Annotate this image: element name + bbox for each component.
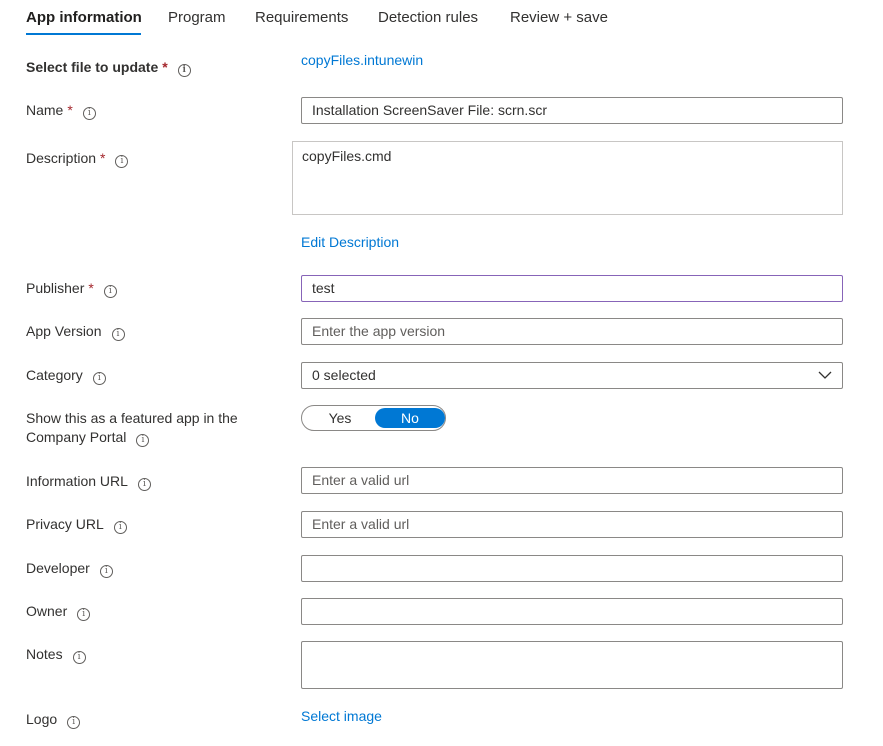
- publisher-input[interactable]: test: [301, 275, 843, 302]
- app-version-label: App Version: [26, 323, 102, 339]
- featured-label-line1: Show this as a featured app in the: [26, 410, 238, 426]
- privacy-url-label-row: Privacy URL i: [26, 515, 127, 534]
- publisher-label-row: Publisher * i: [26, 279, 117, 298]
- information-url-input[interactable]: Enter a valid url: [301, 467, 843, 494]
- info-icon[interactable]: i: [82, 107, 96, 120]
- info-icon[interactable]: i: [136, 434, 150, 447]
- featured-yes-option[interactable]: Yes: [305, 408, 375, 428]
- required-marker: *: [100, 150, 106, 166]
- info-icon[interactable]: i: [92, 372, 106, 385]
- required-marker: *: [67, 102, 73, 118]
- developer-label: Developer: [26, 560, 90, 576]
- information-url-label-row: Information URL i: [26, 472, 151, 491]
- category-label: Category: [26, 367, 83, 383]
- tab-requirements[interactable]: Requirements: [255, 9, 348, 26]
- information-url-label: Information URL: [26, 473, 128, 489]
- info-icon[interactable]: i: [111, 328, 125, 341]
- required-marker: *: [88, 280, 94, 296]
- info-icon[interactable]: i: [113, 521, 127, 534]
- owner-label-row: Owner i: [26, 602, 91, 621]
- edit-description-link[interactable]: Edit Description: [301, 234, 399, 250]
- select-file-label: Select file to update: [26, 59, 159, 75]
- selected-file-link[interactable]: copyFiles.intunewin: [301, 52, 423, 68]
- privacy-url-label: Privacy URL: [26, 516, 104, 532]
- required-marker: *: [162, 59, 168, 75]
- info-icon[interactable]: i: [103, 285, 117, 298]
- name-label: Name: [26, 102, 64, 118]
- description-textarea[interactable]: copyFiles.cmd: [292, 141, 843, 215]
- info-icon[interactable]: i: [72, 651, 86, 664]
- featured-toggle[interactable]: Yes No: [301, 405, 446, 431]
- name-label-row: Name * i: [26, 101, 96, 120]
- owner-input[interactable]: [301, 598, 843, 625]
- category-label-row: Category i: [26, 366, 106, 385]
- app-version-input[interactable]: Enter the app version: [301, 318, 843, 345]
- privacy-url-input[interactable]: Enter a valid url: [301, 511, 843, 538]
- featured-label-line2: Company Portal: [26, 429, 127, 445]
- tab-review-save[interactable]: Review + save: [510, 9, 608, 26]
- select-file-label-row: Select file to update * i: [26, 58, 191, 77]
- category-selected-value: 0 selected: [312, 367, 376, 383]
- tab-bar: App information Program Requirements Det…: [0, 0, 883, 40]
- info-icon[interactable]: i: [77, 608, 91, 621]
- publisher-label: Publisher: [26, 280, 85, 296]
- info-icon[interactable]: i: [115, 155, 129, 168]
- tab-detection-rules[interactable]: Detection rules: [378, 9, 478, 26]
- description-label-row: Description * i: [26, 149, 129, 168]
- active-tab-indicator: [26, 33, 141, 35]
- logo-label: Logo: [26, 711, 58, 727]
- name-input[interactable]: Installation ScreenSaver File: scrn.scr: [301, 97, 843, 124]
- info-icon[interactable]: i: [177, 64, 191, 77]
- featured-no-option[interactable]: No: [375, 408, 445, 428]
- description-label: Description: [26, 150, 97, 166]
- tab-app-information[interactable]: App information: [26, 9, 142, 26]
- category-dropdown[interactable]: 0 selected: [301, 362, 843, 389]
- chevron-down-icon: [818, 371, 832, 379]
- notes-label: Notes: [26, 646, 63, 662]
- featured-label-row: Company Portal i: [26, 428, 150, 447]
- owner-label: Owner: [26, 603, 68, 619]
- info-icon[interactable]: i: [99, 565, 113, 578]
- developer-input[interactable]: [301, 555, 843, 582]
- info-icon[interactable]: i: [137, 478, 151, 491]
- logo-label-row: Logo i: [26, 710, 81, 729]
- notes-textarea[interactable]: [301, 641, 843, 689]
- select-image-link[interactable]: Select image: [301, 708, 382, 724]
- info-icon[interactable]: i: [67, 716, 81, 729]
- app-version-label-row: App Version i: [26, 322, 125, 341]
- notes-label-row: Notes i: [26, 645, 86, 664]
- developer-label-row: Developer i: [26, 559, 113, 578]
- tab-program[interactable]: Program: [168, 9, 226, 26]
